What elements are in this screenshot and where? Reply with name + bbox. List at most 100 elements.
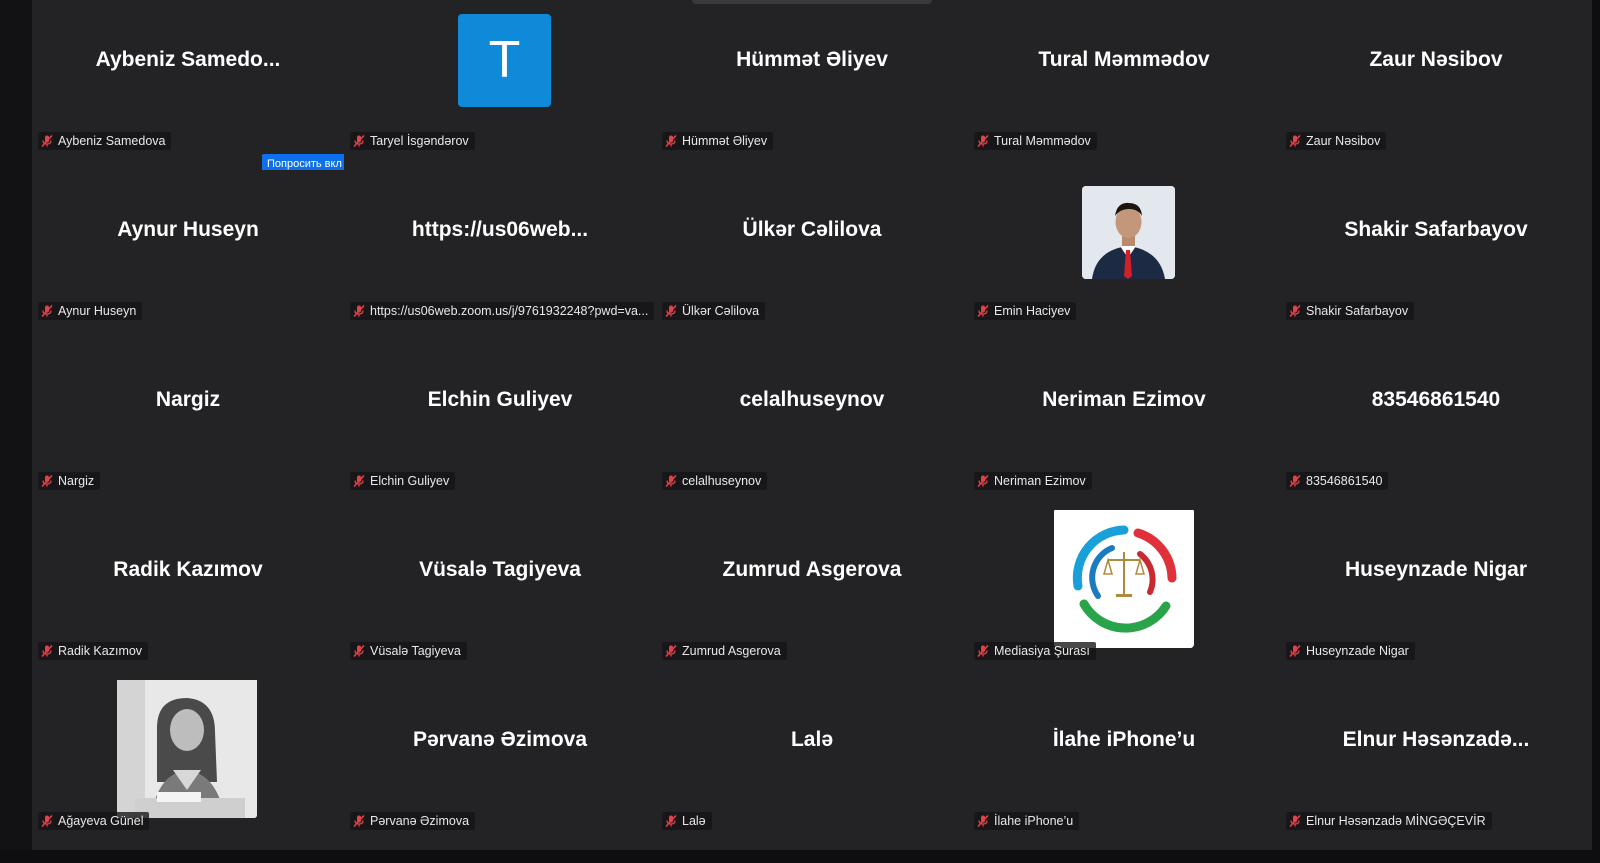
participant-display-name: Lalə xyxy=(790,728,834,751)
mic-muted-icon xyxy=(352,474,366,488)
participant-name-label: Huseynzade Nigar xyxy=(1286,642,1415,660)
participant-label-text: https://us06web.zoom.us/j/9761932248?pwd… xyxy=(370,304,649,318)
mic-muted-icon xyxy=(664,134,678,148)
participant-name-label: Elchin Guliyev xyxy=(350,472,456,490)
participant-name-label: Ağayeva Günel xyxy=(38,812,150,830)
participant-label-text: Radik Kazımov xyxy=(58,644,143,658)
participant-display-name: Radik Kazımov xyxy=(113,558,263,581)
participant-tile[interactable]: Aybeniz Samedo... Aybeniz Samedova Попро… xyxy=(32,0,344,170)
participant-label-text: Huseynzade Nigar xyxy=(1306,644,1409,658)
participant-label-text: Taryel İsgəndərov xyxy=(370,134,469,148)
participant-tile[interactable]: Zumrud Asgerova Zumrud Asgerova xyxy=(656,510,968,680)
participant-display-name: Huseynzade Nigar xyxy=(1344,558,1528,581)
participant-name-label: Elnur Həsənzadə MİNGƏÇEVİR xyxy=(1286,812,1492,830)
participant-display-name: İlahe iPhone’u xyxy=(1052,728,1196,751)
participant-tile[interactable]: https://us06web... https://us06web.zoom.… xyxy=(344,170,656,340)
participant-label-text: Lalə xyxy=(682,814,706,828)
participant-name-label: Aynur Huseyn xyxy=(38,302,143,320)
participant-tile[interactable]: Hümmət Əliyev Hümmət Əliyev xyxy=(656,0,968,170)
participant-tile[interactable]: Mediasiya Şurası xyxy=(968,510,1280,680)
mic-muted-icon xyxy=(1288,134,1302,148)
participant-display-name: Aynur Huseyn xyxy=(117,218,259,241)
participant-tile[interactable]: celalhuseynov celalhuseynov xyxy=(656,340,968,510)
participant-label-text: Emin Haciyev xyxy=(994,304,1071,318)
participant-display-name: Tural Məmmədov xyxy=(1038,48,1210,71)
participant-tile[interactable]: Shakir Safarbayov Shakir Safarbayov xyxy=(1280,170,1592,340)
participant-tile[interactable]: Radik Kazımov Radik Kazımov xyxy=(32,510,344,680)
participant-tile[interactable]: Tural Məmmədov Tural Məmmədov xyxy=(968,0,1280,170)
participant-name-label: 83546861540 xyxy=(1286,472,1389,490)
mic-muted-icon xyxy=(976,304,990,318)
ask-unmute-controls: Попросить вкл ··· xyxy=(262,154,344,170)
participant-label-text: Ağayeva Günel xyxy=(58,814,144,828)
mediation-council-logo xyxy=(1054,510,1194,648)
participant-label-text: Elnur Həsənzadə MİNGƏÇEVİR xyxy=(1306,814,1486,828)
window-edge xyxy=(1592,0,1600,863)
participant-label-text: 83546861540 xyxy=(1306,474,1383,488)
mic-muted-icon xyxy=(1288,304,1302,318)
participant-tile[interactable]: Neriman Ezimov Neriman Ezimov xyxy=(968,340,1280,510)
participant-tile[interactable]: 83546861540 83546861540 xyxy=(1280,340,1592,510)
participant-tile[interactable]: Aynur Huseyn Aynur Huseyn xyxy=(32,170,344,340)
participant-label-text: Tural Məmmədov xyxy=(994,134,1091,148)
participant-display-name: Zumrud Asgerova xyxy=(722,558,902,581)
participant-name-label: https://us06web.zoom.us/j/9761932248?pwd… xyxy=(350,302,655,320)
participant-tile[interactable]: Huseynzade Nigar Huseynzade Nigar xyxy=(1280,510,1592,680)
mic-muted-icon xyxy=(40,134,54,148)
mic-muted-icon xyxy=(976,474,990,488)
avatar xyxy=(117,680,257,818)
participant-display-name: Vüsalə Tagiyeva xyxy=(419,558,581,581)
participant-label-text: Vüsalə Tagiyeva xyxy=(370,644,461,658)
mic-muted-icon xyxy=(40,814,54,828)
mic-muted-icon xyxy=(664,814,678,828)
participant-tile[interactable]: T Taryel İsgəndərov xyxy=(344,0,656,170)
participant-display-name: Pərvanə Əzimova xyxy=(413,728,587,751)
mic-muted-icon xyxy=(352,814,366,828)
participant-name-label: celalhuseynov xyxy=(662,472,768,490)
participant-name-label: Mediasiya Şurası xyxy=(974,642,1096,660)
participant-label-text: Zumrud Asgerova xyxy=(682,644,781,658)
participant-name-label: Zumrud Asgerova xyxy=(662,642,787,660)
participant-name-label: Vüsalə Tagiyeva xyxy=(350,642,467,660)
participant-tile[interactable]: Zaur Nəsibov Zaur Nəsibov xyxy=(1280,0,1592,170)
participant-tile[interactable]: Emin Haciyev xyxy=(968,170,1280,340)
participant-tile[interactable]: Nargiz Nargiz xyxy=(32,340,344,510)
avatar xyxy=(1082,186,1175,279)
mic-muted-icon xyxy=(1288,814,1302,828)
participant-name-label: Pərvanə Əzimova xyxy=(350,812,476,830)
mic-muted-icon xyxy=(976,814,990,828)
mic-muted-icon xyxy=(664,474,678,488)
mic-muted-icon xyxy=(352,134,366,148)
mic-muted-icon xyxy=(976,644,990,658)
participant-name-label: Nargiz xyxy=(38,472,101,490)
participant-name-label: Radik Kazımov xyxy=(38,642,149,660)
participant-name-label: Zaur Nəsibov xyxy=(1286,132,1387,150)
participant-display-name: 83546861540 xyxy=(1371,388,1501,411)
participant-tile[interactable]: Elchin Guliyev Elchin Guliyev xyxy=(344,340,656,510)
participant-tile[interactable]: Elnur Həsənzadə... Elnur Həsənzadə MİNGƏ… xyxy=(1280,680,1592,850)
participant-display-name: https://us06web... xyxy=(411,218,589,241)
mic-muted-icon xyxy=(664,644,678,658)
participant-display-name: celalhuseynov xyxy=(739,388,885,411)
participant-name-label: Taryel İsgəndərov xyxy=(350,132,475,150)
participant-label-text: celalhuseynov xyxy=(682,474,762,488)
participant-name-label: Aybeniz Samedova xyxy=(38,132,172,150)
participant-name-label: Neriman Ezimov xyxy=(974,472,1092,490)
participant-name-label: Emin Haciyev xyxy=(974,302,1077,320)
participant-name-label: Tural Məmmədov xyxy=(974,132,1097,150)
mic-muted-icon xyxy=(352,644,366,658)
participant-tile[interactable]: Ağayeva Günel xyxy=(32,680,344,850)
participant-tile[interactable]: Vüsalə Tagiyeva Vüsalə Tagiyeva xyxy=(344,510,656,680)
participant-label-text: İlahe iPhone’u xyxy=(994,814,1074,828)
participant-name-label: İlahe iPhone’u xyxy=(974,812,1080,830)
mic-muted-icon xyxy=(40,474,54,488)
participant-label-text: Ülkər Cəlilova xyxy=(682,304,760,318)
participant-tile[interactable]: İlahe iPhone’u İlahe iPhone’u xyxy=(968,680,1280,850)
participant-label-text: Aybeniz Samedova xyxy=(58,134,166,148)
participant-tile[interactable]: Ülkər Cəlilova Ülkər Cəlilova xyxy=(656,170,968,340)
participant-tile[interactable]: Lalə Lalə xyxy=(656,680,968,850)
ask-to-unmute-button[interactable]: Попросить вкл xyxy=(262,154,344,170)
participant-tile[interactable]: Pərvanə Əzimova Pərvanə Əzimova xyxy=(344,680,656,850)
participant-grid: Aybeniz Samedo... Aybeniz Samedova Попро… xyxy=(32,0,1592,850)
participant-display-name: Elnur Həsənzadə... xyxy=(1342,728,1530,751)
